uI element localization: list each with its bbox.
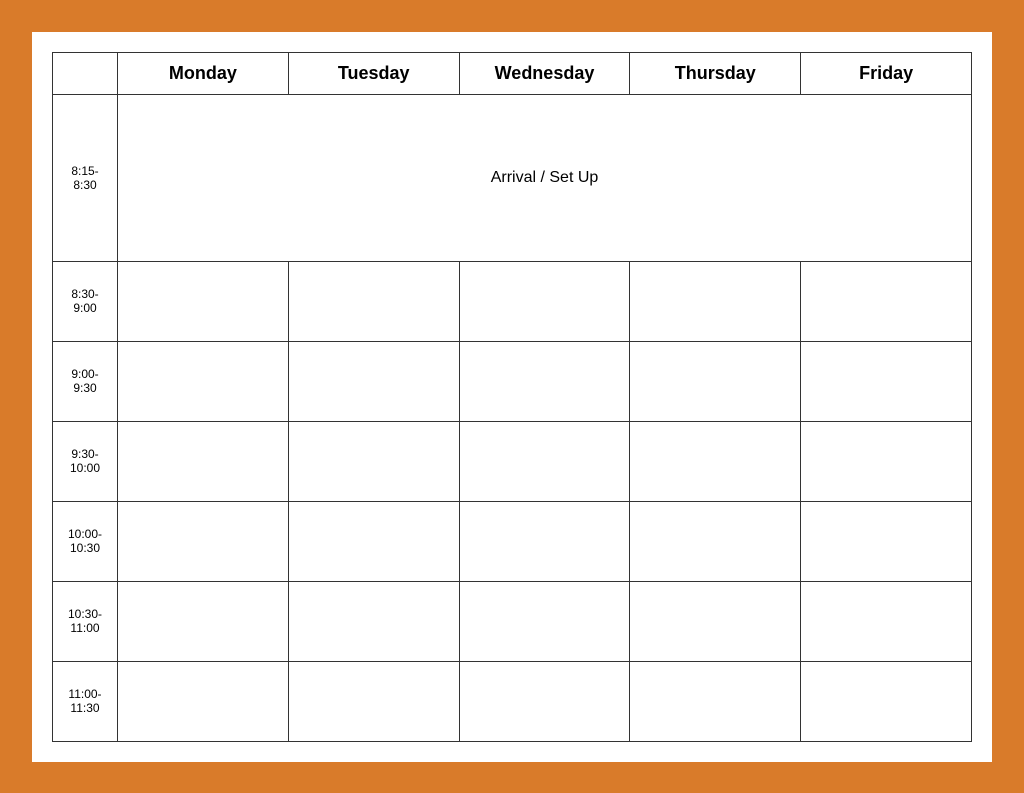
day-cell[interactable] bbox=[801, 581, 972, 661]
time-cell: 9:30- 10:00 bbox=[53, 421, 118, 501]
day-cell[interactable] bbox=[801, 501, 972, 581]
day-cell[interactable] bbox=[630, 341, 801, 421]
table-row: 10:30- 11:00 bbox=[53, 581, 972, 661]
day-cell[interactable] bbox=[801, 421, 972, 501]
time-cell: 8:15- 8:30 bbox=[53, 94, 118, 261]
day-cell[interactable] bbox=[630, 261, 801, 341]
header-thursday: Thursday bbox=[630, 52, 801, 94]
day-cell[interactable] bbox=[801, 341, 972, 421]
arrival-cell: Arrival / Set Up bbox=[118, 94, 972, 261]
header-monday: Monday bbox=[118, 52, 289, 94]
table-row: 8:15- 8:30Arrival / Set Up bbox=[53, 94, 972, 261]
day-cell[interactable] bbox=[459, 501, 630, 581]
day-cell[interactable] bbox=[118, 581, 289, 661]
header-empty bbox=[53, 52, 118, 94]
time-cell: 10:30- 11:00 bbox=[53, 581, 118, 661]
table-row: 11:00- 11:30 bbox=[53, 661, 972, 741]
day-cell[interactable] bbox=[118, 501, 289, 581]
header-wednesday: Wednesday bbox=[459, 52, 630, 94]
table-row: 10:00- 10:30 bbox=[53, 501, 972, 581]
header-friday: Friday bbox=[801, 52, 972, 94]
day-cell[interactable] bbox=[801, 661, 972, 741]
day-cell[interactable] bbox=[118, 341, 289, 421]
day-cell[interactable] bbox=[288, 501, 459, 581]
time-cell: 8:30- 9:00 bbox=[53, 261, 118, 341]
time-cell: 9:00- 9:30 bbox=[53, 341, 118, 421]
day-cell[interactable] bbox=[459, 581, 630, 661]
table-row: 9:00- 9:30 bbox=[53, 341, 972, 421]
time-cell: 10:00- 10:30 bbox=[53, 501, 118, 581]
day-cell[interactable] bbox=[630, 581, 801, 661]
day-cell[interactable] bbox=[118, 421, 289, 501]
table-row: 8:30- 9:00 bbox=[53, 261, 972, 341]
day-cell[interactable] bbox=[118, 661, 289, 741]
day-cell[interactable] bbox=[630, 661, 801, 741]
day-cell[interactable] bbox=[288, 261, 459, 341]
day-cell[interactable] bbox=[630, 501, 801, 581]
header-tuesday: Tuesday bbox=[288, 52, 459, 94]
page-container: Monday Tuesday Wednesday Thursday Friday… bbox=[32, 32, 992, 762]
day-cell[interactable] bbox=[459, 341, 630, 421]
day-cell[interactable] bbox=[630, 421, 801, 501]
day-cell[interactable] bbox=[288, 661, 459, 741]
day-cell[interactable] bbox=[288, 341, 459, 421]
day-cell[interactable] bbox=[459, 261, 630, 341]
day-cell[interactable] bbox=[118, 261, 289, 341]
day-cell[interactable] bbox=[459, 661, 630, 741]
schedule-table: Monday Tuesday Wednesday Thursday Friday… bbox=[52, 52, 972, 742]
table-row: 9:30- 10:00 bbox=[53, 421, 972, 501]
time-cell: 11:00- 11:30 bbox=[53, 661, 118, 741]
day-cell[interactable] bbox=[801, 261, 972, 341]
day-cell[interactable] bbox=[459, 421, 630, 501]
day-cell[interactable] bbox=[288, 581, 459, 661]
day-cell[interactable] bbox=[288, 421, 459, 501]
